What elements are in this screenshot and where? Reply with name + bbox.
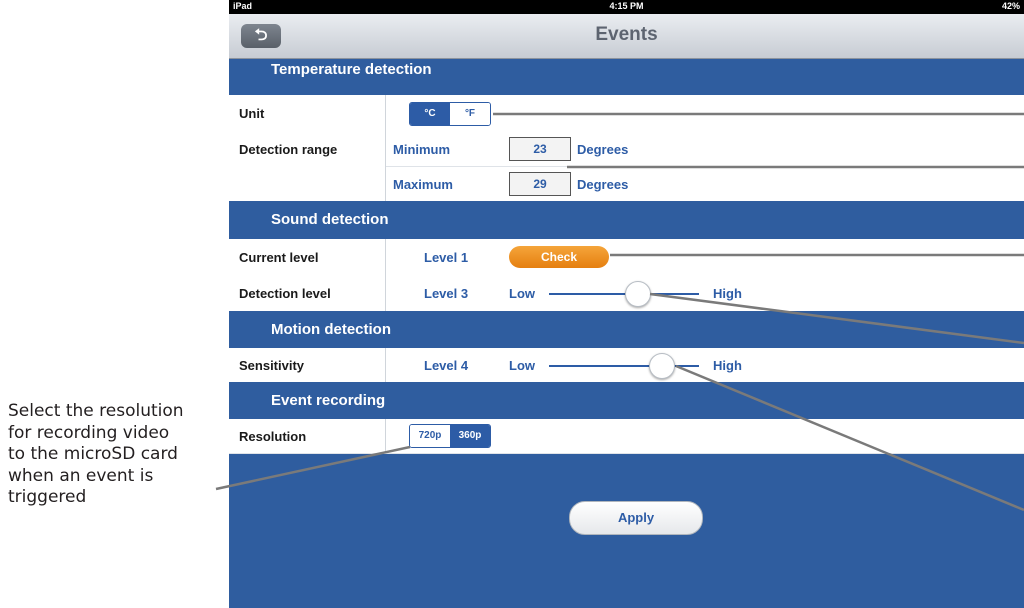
row-resolution: Resolution 720p 360p [229, 419, 1024, 454]
annotation-line: to the microSD card [8, 444, 178, 464]
resolution-720p-button[interactable]: 720p [410, 425, 450, 447]
unit-fahrenheit-button[interactable]: °F [450, 103, 490, 125]
annotation-line: triggered [8, 487, 87, 507]
annotation-line: for recording video [8, 422, 170, 443]
annotation-line: Select the resolution [8, 401, 184, 421]
unit-segmented-control[interactable]: °C °F [409, 102, 491, 126]
unit-label: Unit [239, 106, 265, 121]
ipad-screen: iPad 4:15 PM 42% ⮌ Events Temperature de… [229, 0, 1024, 608]
section-sound: Sound detection [229, 201, 1024, 237]
slider-high-label: High [713, 358, 742, 373]
max-label: Maximum [393, 177, 453, 192]
section-title: Sound detection [271, 211, 389, 228]
current-level-value: Level 1 [424, 250, 469, 265]
divider [385, 275, 386, 311]
current-level-label: Current level [239, 250, 319, 265]
sensitivity-label: Sensitivity [239, 358, 305, 373]
row-detection-range: Detection range Minimum 23 Degrees Maxim… [229, 131, 1024, 201]
sound-slider-track[interactable] [549, 293, 699, 295]
resolution-label: Resolution [239, 429, 307, 444]
annotation-callout: Select the resolution for recording vide… [8, 401, 228, 509]
min-units: Degrees [577, 142, 629, 157]
divider [385, 348, 386, 382]
slider-low-label: Low [509, 358, 535, 373]
unit-celsius-button[interactable]: °C [410, 103, 450, 125]
resolution-segmented-control[interactable]: 720p 360p [409, 424, 491, 448]
row-current-level: Current level Level 1 Check [229, 239, 1024, 276]
row-sensitivity: Sensitivity Level 4 Low High [229, 348, 1024, 383]
row-detection-level: Detection level Level 3 Low High [229, 275, 1024, 312]
annotation-line: when an event is [8, 465, 154, 486]
divider [385, 419, 386, 453]
min-input[interactable]: 23 [509, 137, 571, 161]
motion-slider-track[interactable] [549, 365, 699, 367]
apply-button[interactable]: Apply [569, 501, 703, 535]
min-label: Minimum [393, 142, 451, 157]
section-motion: Motion detection [229, 311, 1024, 347]
resolution-360p-button[interactable]: 360p [450, 425, 490, 447]
divider [385, 239, 386, 275]
detection-level-label: Detection level [239, 286, 331, 301]
range-label: Detection range [239, 142, 338, 157]
row-unit: Unit °C °F [229, 95, 1024, 132]
slider-high-label: High [713, 286, 742, 301]
section-temperature: Temperature detection [229, 59, 1024, 95]
page-title: Events [595, 24, 658, 45]
sensitivity-value: Level 4 [424, 358, 469, 373]
check-button[interactable]: Check [509, 246, 609, 268]
status-time: 4:15 PM [609, 1, 644, 11]
nav-bar: ⮌ Events [229, 14, 1024, 59]
sound-slider-thumb[interactable] [625, 281, 651, 307]
detection-level-value: Level 3 [424, 286, 469, 301]
slider-low-label: Low [509, 286, 535, 301]
divider [385, 95, 386, 131]
section-title: Event recording [271, 392, 386, 409]
section-title: Motion detection [271, 321, 391, 338]
max-input[interactable]: 29 [509, 172, 571, 196]
section-title: Temperature detection [271, 61, 432, 78]
motion-slider-thumb[interactable] [649, 353, 675, 379]
battery-level: 42% [1001, 1, 1020, 11]
divider [386, 166, 1024, 167]
status-bar: iPad 4:15 PM 42% [229, 0, 1024, 14]
section-recording: Event recording [229, 382, 1024, 418]
max-units: Degrees [577, 177, 629, 192]
